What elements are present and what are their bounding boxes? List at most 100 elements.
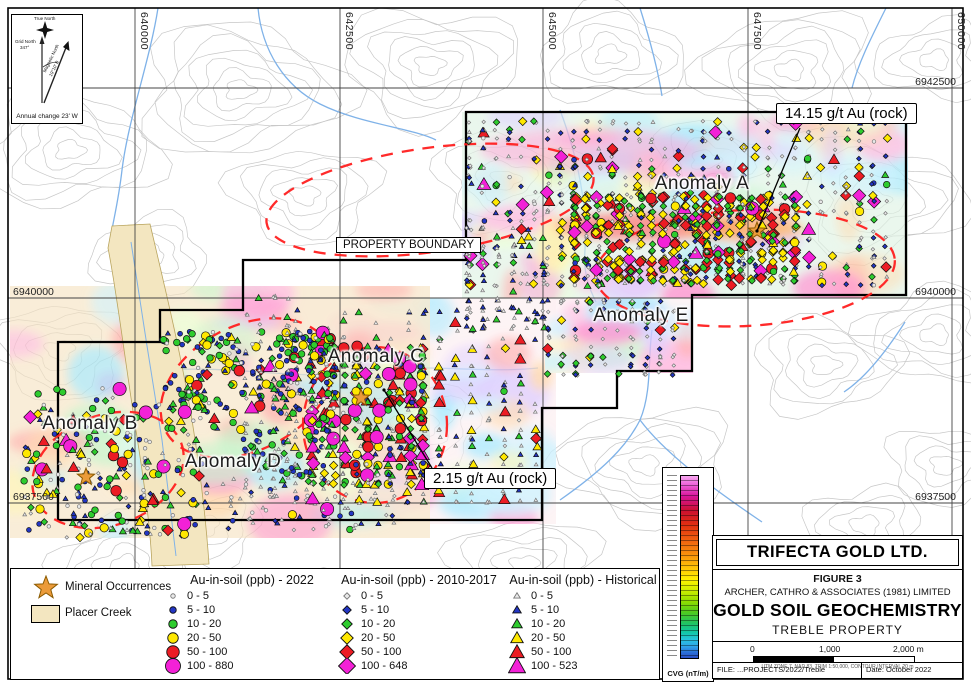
sample-circle: [395, 368, 406, 379]
legend-item: 20 - 50: [333, 631, 505, 645]
scale-tick-2000: 2,000 m: [893, 644, 924, 654]
sample-circle: [395, 423, 406, 434]
sample-circle: [241, 437, 246, 442]
sample-circle: [112, 427, 120, 435]
sample-circle: [573, 283, 577, 287]
sample-circle: [146, 466, 150, 470]
sample-circle: [207, 355, 214, 362]
sample-circle: [244, 483, 248, 487]
sample-circle: [365, 463, 369, 467]
sample-circle: [277, 354, 282, 359]
sample-circle: [327, 335, 334, 342]
true-north-label: True North: [34, 16, 55, 21]
colorbar-units-label: CVG (nT/m): [663, 669, 713, 678]
sample-circle: [311, 342, 318, 349]
sample-circle: [175, 468, 180, 473]
sample-circle: [306, 494, 310, 498]
sample-circle: [373, 404, 386, 417]
date-label: Date: October 2022: [861, 663, 962, 678]
sample-circle: [86, 434, 93, 441]
figure-number: FIGURE 3: [713, 573, 962, 585]
title-block: TRIFECTA GOLD LTD. FIGURE 3 ARCHER, CATH…: [712, 535, 963, 679]
sample-circle: [338, 514, 343, 519]
sample-circle: [143, 447, 147, 451]
figure-title: GOLD SOIL GEOCHEMISTRY: [713, 600, 962, 621]
sample-circle: [243, 447, 248, 452]
sample-circle: [107, 476, 114, 483]
sample-circle: [230, 419, 237, 426]
sample-circle: [203, 341, 211, 349]
legend-item: 50 - 100: [503, 645, 663, 659]
sample-circle: [325, 362, 329, 366]
legend-item-range: 10 - 20: [531, 618, 565, 630]
sample-circle: [99, 518, 104, 523]
sample-circle: [325, 429, 330, 434]
sample-circle: [364, 380, 369, 385]
sample-circle: [295, 381, 299, 385]
sample-circle: [279, 411, 284, 416]
sample-circle: [66, 504, 70, 508]
sample-circle: [219, 336, 224, 341]
sample-circle: [421, 461, 426, 466]
sample-circle: [98, 483, 103, 488]
circle-symbol-icon: [164, 658, 182, 674]
sample-circle: [339, 343, 350, 354]
sample-circle: [318, 348, 323, 353]
sample-circle: [153, 526, 157, 530]
diamond-symbol-icon: [338, 658, 356, 674]
scale-tick-0: 0: [750, 644, 755, 654]
sample-circle: [279, 347, 284, 352]
sample-circle: [163, 347, 170, 354]
sample-circle: [124, 450, 132, 458]
sample-circle: [59, 389, 66, 396]
sample-circle: [158, 533, 162, 537]
sample-circle: [56, 473, 60, 477]
sample-circle: [75, 493, 79, 497]
sample-circle: [327, 346, 334, 353]
sample-circle: [420, 383, 427, 390]
sample-circle: [363, 442, 374, 453]
sample-circle: [37, 522, 42, 527]
sample-circle: [482, 219, 487, 224]
triangle-symbol-icon: [508, 658, 526, 674]
sample-circle: [216, 352, 223, 359]
sample-circle: [316, 421, 323, 428]
sample-circle: [178, 331, 183, 336]
figure-info: FIGURE 3 ARCHER, CATHRO & ASSOCIATES (19…: [713, 569, 962, 637]
sample-circle: [791, 238, 799, 246]
sample-circle: [370, 431, 383, 444]
property-name: TREBLE PROPERTY: [713, 623, 962, 637]
sample-circle: [342, 383, 347, 388]
sample-circle: [419, 352, 426, 359]
sample-circle: [501, 388, 508, 395]
sample-circle: [262, 380, 270, 388]
sample-circle: [239, 361, 243, 365]
sample-circle: [382, 367, 395, 380]
sample-circle: [168, 381, 173, 386]
sample-circle: [163, 386, 168, 391]
sample-circle: [296, 452, 303, 459]
legend-item: 10 - 20: [159, 617, 345, 631]
sample-circle: [819, 200, 823, 204]
sample-circle: [398, 357, 402, 361]
sample-circle: [199, 416, 203, 420]
legend-item-range: 20 - 50: [531, 632, 565, 644]
legend-item: 10 - 20: [333, 617, 505, 631]
sample-circle: [165, 342, 169, 346]
sample-circle: [144, 439, 148, 443]
sample-circle: [299, 332, 303, 336]
legend-item: 100 - 880: [159, 659, 345, 673]
sample-circle: [264, 509, 268, 513]
sample-circle: [804, 155, 811, 162]
sample-circle: [240, 390, 245, 395]
sample-circle: [162, 494, 169, 501]
sample-circle: [352, 341, 363, 352]
sample-circle: [333, 495, 337, 499]
sample-circle: [193, 522, 198, 527]
sample-circle: [171, 514, 175, 518]
sample-circle: [148, 440, 152, 444]
legend-item-range: 0 - 5: [187, 590, 209, 602]
sample-circle: [183, 336, 190, 343]
sample-circle: [349, 511, 354, 516]
sample-circle: [388, 447, 393, 452]
